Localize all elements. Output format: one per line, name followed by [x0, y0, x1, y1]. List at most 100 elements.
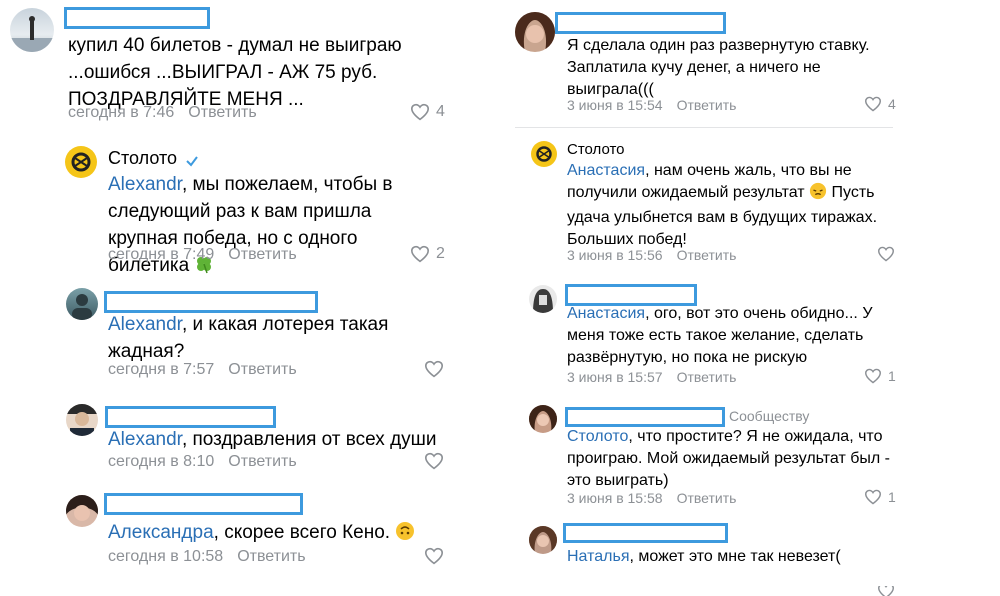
comment-meta: 3 июня в 15:58 Ответить	[567, 490, 736, 506]
verified-icon	[185, 152, 199, 167]
comment-meta: 3 июня в 15:54 Ответить	[567, 97, 736, 113]
reply-button[interactable]: Ответить	[228, 453, 296, 471]
heart-icon	[424, 452, 444, 470]
author-name-redacted[interactable]	[105, 406, 276, 428]
mention-link[interactable]: Столото	[567, 428, 628, 445]
mention-link[interactable]: Анастасия	[567, 305, 645, 322]
comment-body: , может это мне так невезет(	[629, 548, 841, 565]
author-name[interactable]: Столото	[108, 148, 177, 169]
comment-text: Я сделала один раз развернутую ставку. З…	[567, 37, 870, 98]
comment-text: купил 40 билетов - думал не выиграю ...о…	[68, 35, 402, 110]
avatar[interactable]	[66, 495, 98, 527]
mention-link[interactable]: Александра	[108, 522, 214, 543]
author-name-redacted[interactable]	[64, 7, 210, 29]
comment-meta: сегодня в 10:58 Ответить	[108, 548, 306, 566]
stoloto-avatar[interactable]	[65, 146, 97, 178]
left-comment-thread: купил 40 билетов - думал не выиграю ...о…	[0, 0, 500, 596]
author-name-redacted[interactable]	[563, 523, 728, 543]
comment-reply: Столото Анастасия, нам очень жаль, что в…	[500, 135, 1000, 265]
like-button[interactable]: 2	[410, 245, 445, 263]
mention-link[interactable]: Alexandr	[108, 174, 182, 195]
comment-text: Анастасия, нам очень жаль, что вы не пол…	[567, 160, 897, 251]
community-label: Сообществу	[729, 408, 810, 424]
author-name-redacted[interactable]	[565, 407, 725, 427]
right-comment-thread: Я сделала один раз развернутую ставку. З…	[500, 0, 1000, 596]
heart-icon	[410, 245, 430, 263]
author-name-redacted[interactable]	[555, 12, 726, 34]
comment-time: 3 июня в 15:57	[567, 369, 663, 385]
comment-reply: Столото Alexandr, мы пожелаем, чтобы в с…	[0, 140, 500, 276]
comment-meta: сегодня в 7:46 Ответить	[68, 104, 257, 122]
like-button[interactable]: 1	[864, 489, 896, 505]
divider	[515, 127, 893, 128]
reply-button[interactable]: Ответить	[228, 361, 296, 379]
comment-meta: сегодня в 8:10 Ответить	[108, 453, 297, 471]
stoloto-avatar[interactable]	[531, 141, 557, 167]
comment-reply: Alexandr, поздравления от всех души сего…	[0, 400, 500, 480]
mention-link[interactable]: Анастасия	[567, 162, 645, 179]
reply-button[interactable]: Ответить	[677, 369, 737, 385]
comment-meta: сегодня в 7:57 Ответить	[108, 361, 297, 379]
avatar[interactable]	[529, 285, 557, 313]
like-button[interactable]: 1	[864, 368, 896, 384]
avatar[interactable]	[66, 288, 98, 320]
comment-time: 3 июня в 15:56	[567, 247, 663, 263]
like-button[interactable]	[424, 547, 444, 565]
comment-text: Александра, скорее всего Кено.	[108, 519, 428, 549]
heart-icon	[864, 96, 882, 112]
reply-button[interactable]: Ответить	[237, 548, 305, 566]
reply-button[interactable]: Ответить	[677, 97, 737, 113]
mention-link[interactable]: Наталья	[567, 548, 629, 565]
comment-time: 3 июня в 15:54	[567, 97, 663, 113]
upside-down-face-emoji-icon	[395, 521, 415, 549]
comment-time: сегодня в 7:57	[108, 361, 215, 378]
like-button[interactable]	[877, 586, 895, 596]
author-name-redacted[interactable]	[104, 291, 318, 313]
reply-button[interactable]: Ответить	[677, 490, 737, 506]
like-count: 4	[436, 103, 445, 120]
comment-reply: Сообществу Столото, что простите? Я не о…	[500, 402, 1000, 512]
comment-time: сегодня в 8:10	[108, 453, 215, 470]
heart-icon	[877, 246, 895, 262]
comment-reply: Alexandr, и какая лотерея такая жадная? …	[0, 285, 500, 385]
heart-icon	[410, 103, 430, 121]
pensive-face-emoji-icon	[809, 182, 827, 207]
like-button[interactable]	[424, 360, 444, 378]
comment-body: , поздравления от всех души	[181, 429, 437, 450]
comment-text: Наталья, может это мне так невезет(	[567, 546, 897, 568]
like-button[interactable]: 4	[864, 96, 896, 112]
mention-link[interactable]: Alexandr	[108, 429, 182, 450]
author-row: Столото	[567, 141, 625, 158]
comment-text: Alexandr, и какая лотерея такая жадная?	[108, 311, 408, 365]
like-button[interactable]: 4	[410, 103, 445, 121]
like-count: 2	[436, 245, 445, 262]
heart-icon	[864, 368, 882, 384]
avatar[interactable]	[529, 405, 557, 433]
avatar[interactable]	[10, 8, 54, 52]
heart-icon	[877, 586, 895, 596]
comment-text: Alexandr, мы пожелаем, чтобы в следующий…	[108, 171, 408, 282]
comment-meta: сегодня в 7:49 Ответить	[108, 246, 297, 264]
heart-icon	[864, 489, 882, 505]
reply-button[interactable]: Ответить	[228, 246, 296, 264]
comment-text: Alexandr, поздравления от всех души	[108, 426, 438, 453]
comment-reply: Александра, скорее всего Кено. сегодня в…	[0, 490, 500, 590]
like-button[interactable]	[424, 452, 444, 470]
reply-button[interactable]: Ответить	[188, 104, 256, 122]
comment-text: Столото, что простите? Я не ожидала, что…	[567, 426, 897, 492]
like-count: 1	[888, 368, 896, 384]
author-name-redacted[interactable]	[104, 493, 303, 515]
heart-icon	[424, 547, 444, 565]
like-button[interactable]	[877, 246, 895, 262]
comment-reply: Наталья, может это мне так невезет(	[500, 522, 1000, 596]
mention-link[interactable]: Alexandr	[108, 314, 182, 335]
reply-button[interactable]: Ответить	[677, 247, 737, 263]
comment-text: Анастасия, ого, вот это очень обидно... …	[567, 303, 897, 369]
avatar[interactable]	[66, 404, 98, 436]
author-name[interactable]: Столото	[567, 141, 625, 158]
comment: Я сделала один раз развернутую ставку. З…	[500, 0, 1000, 120]
heart-icon	[424, 360, 444, 378]
avatar[interactable]	[515, 12, 555, 52]
comment-time: 3 июня в 15:58	[567, 490, 663, 506]
avatar[interactable]	[529, 526, 557, 554]
